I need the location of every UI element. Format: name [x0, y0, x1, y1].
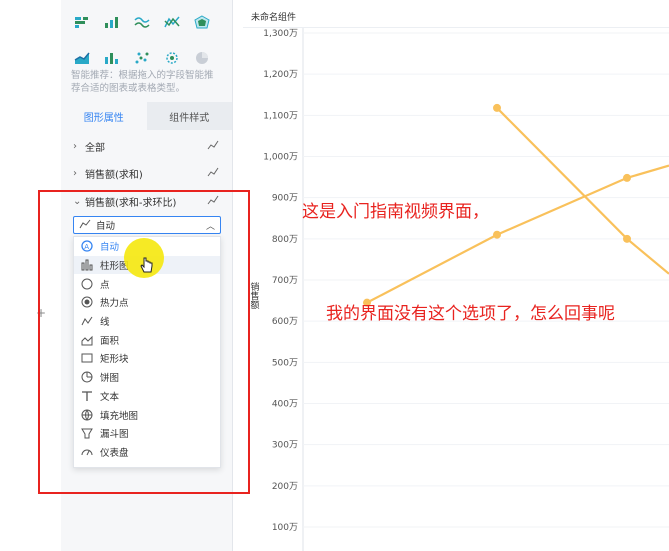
y-tick-label: 1,300万: [263, 29, 298, 39]
chart-type-icon-grid: [71, 0, 221, 72]
scatter-icon[interactable]: [131, 47, 153, 69]
heat-map-icon[interactable]: [161, 47, 183, 69]
y-tick-label: 700万: [272, 276, 298, 286]
y-tick-label: 1,100万: [263, 111, 298, 121]
highlight-box: [38, 190, 250, 494]
annotation-text: 我的界面没有这个选项了，怎么回事呢: [326, 304, 615, 324]
smart-recommend-hint: 智能推荐：根据拖入的字段智能推荐合适的图表或表格类型。: [71, 70, 214, 94]
area-line-icon[interactable]: [71, 47, 93, 69]
y-tick-label: 500万: [272, 358, 298, 368]
y-tick-label: 600万: [272, 317, 298, 327]
line-chart: 100万 200万 300万 400万 500万 600万 700万 800万 900万 1,00…: [263, 28, 669, 551]
wave-line-icon[interactable]: [131, 11, 153, 33]
y-tick-label: 400万: [272, 400, 298, 410]
y-tick-label: 100万: [272, 523, 298, 533]
property-row-label: 全部: [85, 142, 105, 154]
y-tick-label: 900万: [272, 194, 298, 204]
line-trend-icon: [207, 140, 221, 153]
property-row-label: 销售额(求和): [85, 169, 143, 181]
radar-icon[interactable]: [191, 11, 213, 33]
pie-chart-icon[interactable]: [191, 47, 213, 69]
y-tick-label: 200万: [272, 482, 298, 492]
tab-component-style[interactable]: 组件样式: [146, 102, 232, 130]
hand-cursor-icon: [140, 257, 154, 279]
series-1-point[interactable]: [493, 230, 501, 239]
series-2-point[interactable]: [493, 103, 501, 112]
grouped-bar-icon[interactable]: [71, 11, 93, 33]
y-tick-label: 1,200万: [263, 70, 298, 80]
scatter-bar-icon[interactable]: [101, 11, 123, 33]
chevron-right-icon: ›: [73, 140, 77, 152]
panel-tabs: 图形属性 组件样式: [61, 102, 232, 130]
y-tick-label: 300万: [272, 441, 298, 451]
y-tick-label: 800万: [272, 235, 298, 245]
property-row-sales-sum[interactable]: › 销售额(求和): [73, 164, 221, 182]
chevron-right-icon: ›: [73, 167, 77, 179]
chart-area: 未命名组件 销售额 100万 200万 300万 400万 500万 600万 700万 80…: [243, 0, 669, 551]
series-1-point[interactable]: [623, 173, 631, 182]
property-row-all[interactable]: › 全部: [73, 137, 221, 155]
multi-line-icon[interactable]: [161, 11, 183, 33]
series-2-point[interactable]: [623, 234, 631, 243]
column-chart-icon[interactable]: [101, 47, 123, 69]
tab-graphic-properties[interactable]: 图形属性: [61, 102, 147, 130]
y-tick-label: 1,000万: [263, 153, 298, 163]
series-2-line: [496, 107, 669, 275]
line-trend-icon: [207, 167, 221, 180]
annotation-text: 这是入门指南视频界面，: [302, 202, 489, 222]
